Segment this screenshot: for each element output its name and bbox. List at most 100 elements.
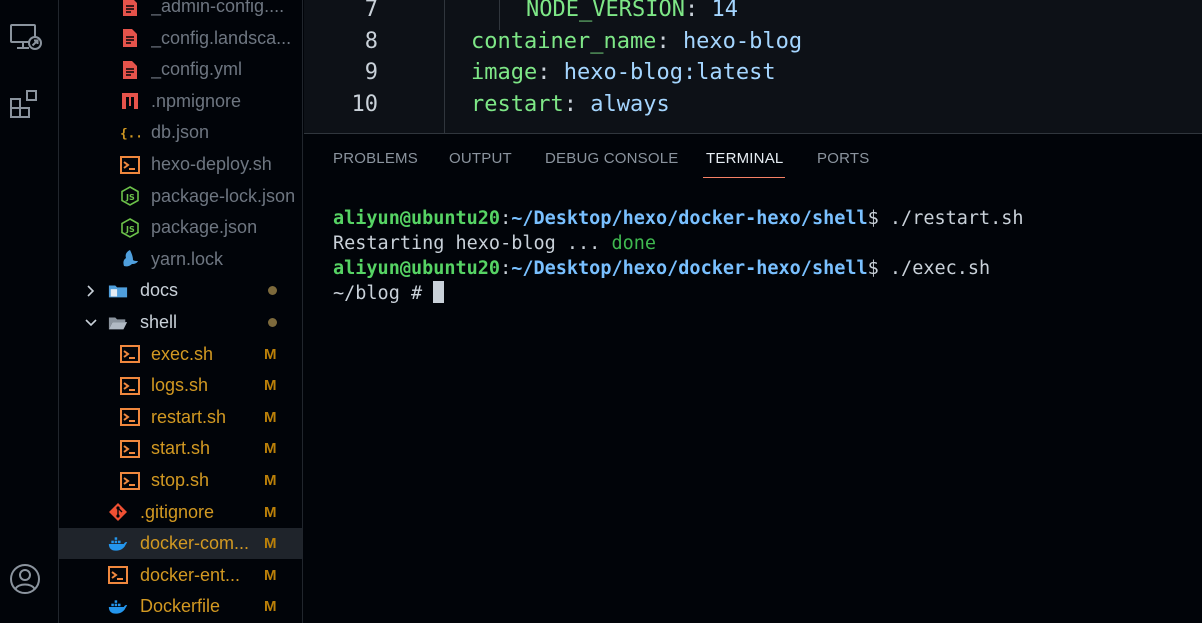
git-status-badge: M bbox=[264, 408, 277, 426]
tab-ports[interactable]: PORTS bbox=[817, 150, 869, 167]
chevron-down-icon[interactable] bbox=[83, 315, 99, 331]
file-name: docker-ent... bbox=[140, 564, 241, 585]
shell-icon bbox=[120, 344, 140, 364]
file-name: hexo-deploy.sh bbox=[151, 154, 272, 174]
panel-tabs: PROBLEMS OUTPUT DEBUG CONSOLE TERMINAL P… bbox=[304, 134, 1202, 179]
terminal-text: Restarting hexo-blog ... bbox=[333, 233, 612, 254]
git-status-badge: M bbox=[264, 472, 277, 489]
code-line: container_name: hexo-blog bbox=[471, 29, 802, 54]
yaml-key: container_name bbox=[471, 29, 657, 54]
explorer-file[interactable]: .gitignore M bbox=[59, 497, 302, 528]
modified-dot-indicator bbox=[268, 318, 277, 327]
explorer-file[interactable]: start.sh M bbox=[59, 433, 302, 464]
terminal-status: done bbox=[611, 233, 657, 254]
shell-icon bbox=[120, 155, 140, 175]
file-name: stop.sh bbox=[151, 470, 210, 490]
explorer-file[interactable]: exec.sh M bbox=[59, 339, 302, 370]
shell-icon bbox=[120, 376, 140, 396]
code-line: image: hexo-blog:latest bbox=[471, 60, 776, 85]
remote-explorer-icon[interactable] bbox=[6, 18, 44, 56]
git-status-badge: M bbox=[264, 440, 277, 458]
terminal-prompt: ~/blog # bbox=[333, 283, 434, 304]
terminal-colon: : bbox=[500, 258, 512, 279]
file-name: docs bbox=[140, 280, 179, 301]
yaml-icon bbox=[120, 60, 140, 80]
yaml-separator: : bbox=[656, 29, 683, 54]
tab-problems[interactable]: PROBLEMS bbox=[333, 150, 418, 167]
folder-icon bbox=[108, 281, 128, 301]
explorer-folder-shell[interactable]: shell bbox=[59, 307, 302, 338]
line-number: 8 bbox=[364, 29, 378, 54]
file-name: start.sh bbox=[151, 438, 211, 459]
line-number: 9 bbox=[364, 60, 378, 85]
file-name: _config.landsca... bbox=[151, 27, 292, 48]
explorer-file[interactable]: _config.landsca... bbox=[59, 23, 302, 54]
folder-open-icon bbox=[108, 313, 128, 333]
file-name: package.json bbox=[151, 217, 258, 238]
terminal-user: aliyun@ubuntu20 bbox=[333, 208, 501, 229]
terminal-command: $ ./exec.sh bbox=[867, 258, 991, 279]
explorer-file[interactable]: JS package.json bbox=[59, 212, 302, 243]
terminal-command: $ ./restart.sh bbox=[867, 208, 1024, 229]
yaml-value: hexo-blog bbox=[682, 29, 803, 54]
explorer-file[interactable]: _config.yml bbox=[59, 54, 302, 85]
explorer-file[interactable]: logs.sh M bbox=[59, 370, 302, 401]
shell-icon bbox=[120, 471, 140, 491]
yaml-value: 14 bbox=[711, 0, 738, 22]
tab-terminal[interactable]: TERMINAL bbox=[706, 150, 783, 167]
file-name: shell bbox=[140, 312, 178, 332]
yaml-icon bbox=[120, 28, 140, 48]
npm-icon bbox=[120, 91, 140, 111]
tab-output[interactable]: OUTPUT bbox=[449, 150, 512, 167]
terminal-path: ~/Desktop/hexo/docker-hexo/shell bbox=[511, 258, 868, 279]
explorer-file[interactable]: .npmignore bbox=[59, 86, 302, 117]
terminal-path: ~/Desktop/hexo/docker-hexo/shell bbox=[511, 208, 868, 229]
file-name: .npmignore bbox=[151, 90, 242, 111]
tab-debug-console[interactable]: DEBUG CONSOLE bbox=[545, 150, 678, 167]
shell-icon bbox=[108, 565, 128, 585]
file-name: _config.yml bbox=[151, 59, 243, 80]
line-number: 10 bbox=[351, 92, 379, 117]
explorer-file[interactable]: _admin-config.... bbox=[59, 0, 302, 22]
file-name: .gitignore bbox=[140, 501, 215, 522]
shell-icon bbox=[120, 407, 140, 427]
yaml-separator: : bbox=[684, 0, 712, 22]
explorer-file[interactable]: yarn.lock bbox=[59, 244, 302, 275]
chevron-right-icon[interactable] bbox=[83, 283, 99, 299]
terminal-user: aliyun@ubuntu20 bbox=[333, 258, 501, 279]
file-name: _admin-config.... bbox=[151, 0, 285, 16]
explorer-file[interactable]: docker-ent... M bbox=[59, 560, 302, 591]
terminal-line: Restarting hexo-blog ... done bbox=[333, 231, 1024, 256]
yaml-value: always bbox=[590, 92, 670, 117]
terminal-cursor bbox=[433, 281, 445, 303]
explorer-file[interactable]: JS package-lock.json bbox=[59, 181, 302, 212]
code-editor[interactable]: 7 NODE_VERSION: 14 8 container_name: hex… bbox=[304, 0, 1202, 133]
file-name: db.json bbox=[151, 122, 210, 143]
account-icon[interactable] bbox=[6, 560, 44, 598]
svg-text:{..}: {..} bbox=[120, 125, 140, 140]
git-status-badge: M bbox=[264, 566, 277, 584]
explorer-file[interactable]: stop.sh M bbox=[59, 465, 302, 496]
explorer-folder-docs[interactable]: docs bbox=[59, 275, 302, 306]
docker-icon bbox=[108, 534, 128, 554]
git-status-badge: M bbox=[264, 598, 277, 616]
bottom-panel: PROBLEMS OUTPUT DEBUG CONSOLE TERMINAL P… bbox=[304, 133, 1202, 623]
explorer-file[interactable]: hexo-deploy.sh bbox=[59, 149, 302, 180]
docker-icon bbox=[108, 597, 128, 617]
yaml-value: hexo-blog:latest bbox=[563, 60, 776, 85]
explorer-sidebar: _admin-config.... _config.landsca... _conf… bbox=[59, 0, 303, 623]
git-status-badge: M bbox=[264, 377, 277, 395]
extensions-icon[interactable] bbox=[6, 86, 44, 124]
indent-guide bbox=[499, 0, 500, 30]
explorer-file[interactable]: restart.sh M bbox=[59, 402, 302, 433]
svg-text:JS: JS bbox=[125, 193, 135, 202]
code-line: NODE_VERSION: 14 bbox=[526, 0, 738, 22]
json-icon: {..} bbox=[120, 123, 140, 143]
git-status-badge: M bbox=[264, 503, 277, 521]
explorer-file[interactable]: docker-com... M bbox=[59, 528, 302, 560]
shell-icon bbox=[120, 439, 140, 459]
explorer-file[interactable]: Dockerfile M bbox=[59, 591, 302, 622]
yaml-key: NODE_VERSION bbox=[526, 0, 685, 22]
explorer-file[interactable]: {..} db.json bbox=[59, 117, 302, 148]
terminal-output[interactable]: aliyun@ubuntu20:~/Desktop/hexo/docker-he… bbox=[333, 206, 1024, 306]
